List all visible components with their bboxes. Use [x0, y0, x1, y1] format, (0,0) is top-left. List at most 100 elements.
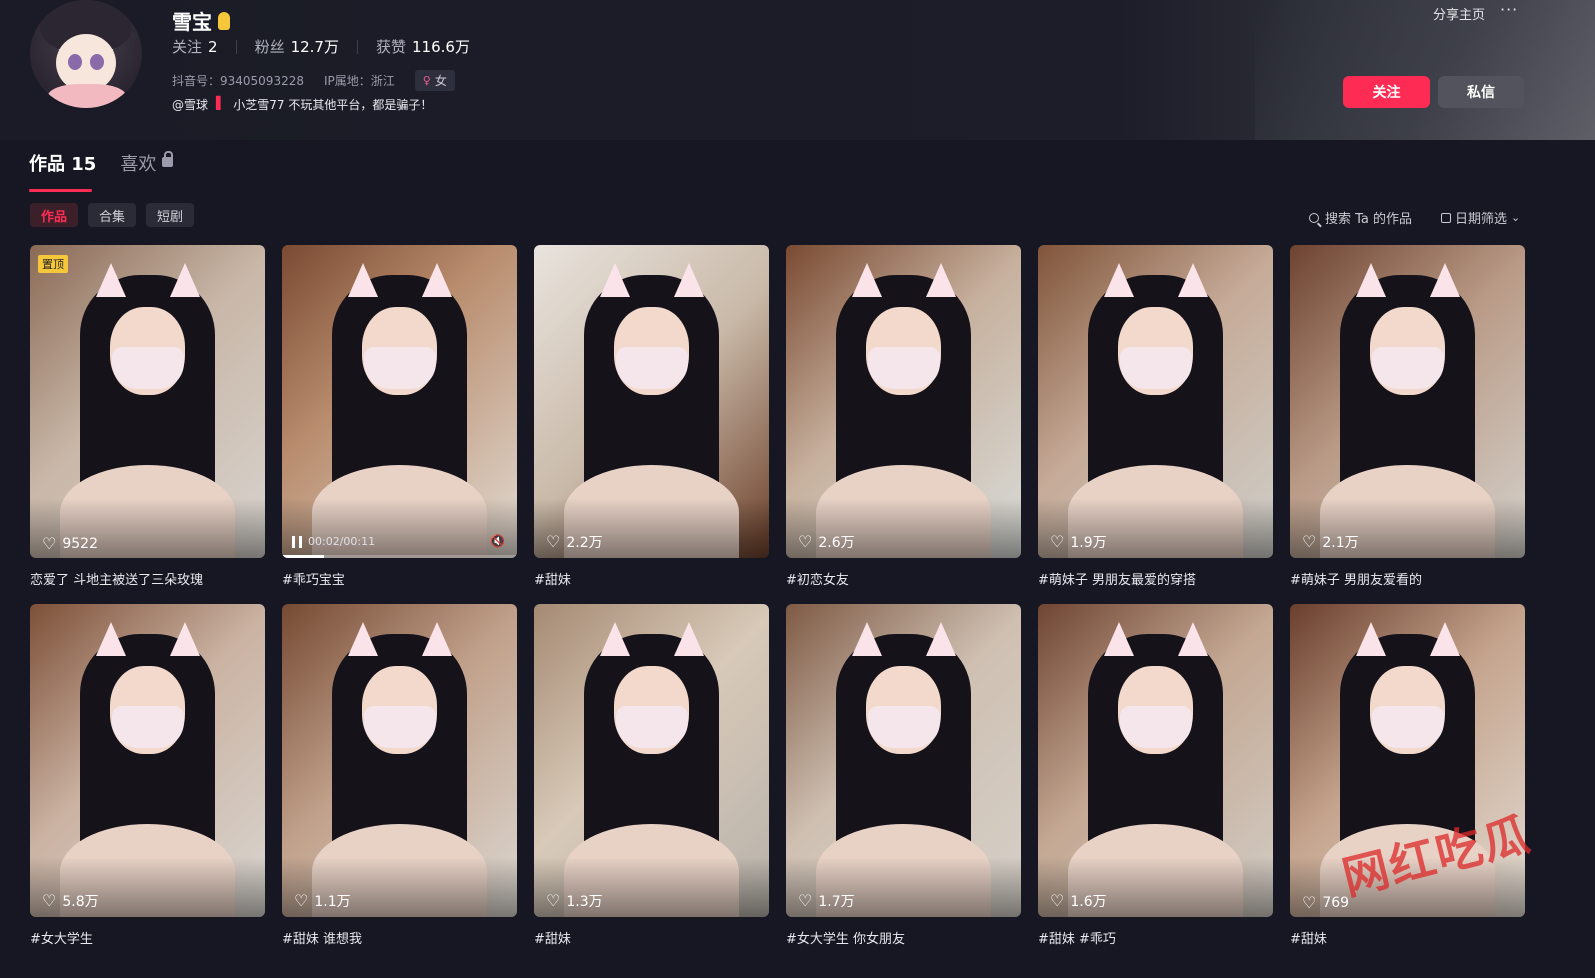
video-card[interactable]: ♡ 769 #甜妹 — [1290, 604, 1525, 963]
heart-icon: ♡ — [798, 891, 813, 910]
more-options-icon[interactable]: ··· — [1500, 0, 1518, 19]
heart-icon: ♡ — [294, 891, 309, 910]
video-caption[interactable]: #萌妹子 男朋友最爱的穿搭 — [1038, 569, 1196, 588]
video-like-count: ♡ 1.9万 — [1050, 532, 1107, 552]
video-card[interactable]: ♡ 1.6万 #甜妹 #乖巧 — [1038, 604, 1273, 963]
flag-icon: ▌ — [216, 96, 226, 110]
calendar-icon — [1441, 212, 1451, 223]
video-thumbnail[interactable]: ♡ 1.3万 — [534, 604, 769, 917]
video-caption[interactable]: #甜妹 — [1290, 928, 1327, 947]
followers-stat[interactable]: 粉丝 12.7万 — [255, 36, 339, 57]
video-thumbnail[interactable]: ♡ 1.7万 — [786, 604, 1021, 917]
video-card[interactable]: ♡ 1.3万 #甜妹 — [534, 604, 769, 963]
heart-icon: ♡ — [1050, 532, 1065, 551]
heart-icon: ♡ — [42, 891, 57, 910]
video-playback-controls: 00:02/00:11 — [292, 535, 375, 548]
chevron-down-icon: ⌄ — [1511, 211, 1521, 224]
ip-location: IP属地：浙江 — [323, 74, 395, 88]
video-thumbnail[interactable]: ♡ 1.9万 — [1038, 245, 1273, 558]
bio-text: 小芝雪77 不玩其他平台，都是骗子！ — [233, 98, 433, 112]
chip-collections[interactable]: 合集 — [88, 203, 137, 227]
tab-works[interactable]: 作品 15 — [29, 150, 96, 192]
video-caption[interactable]: #甜妹 #乖巧 — [1038, 928, 1116, 947]
profile-meta: 抖音号：93405093228 IP属地：浙江 ♀ 女 — [172, 70, 455, 91]
video-like-count: ♡ 2.1万 — [1302, 532, 1359, 552]
playback-time: 00:02/00:11 — [308, 535, 376, 548]
search-icon — [1309, 212, 1319, 223]
video-like-count: ♡ 1.1万 — [294, 891, 351, 911]
profile-tabs: 作品 15 喜欢 — [29, 150, 174, 192]
video-thumbnail[interactable]: 置顶 ♡ 9522 — [30, 245, 265, 558]
active-tab-indicator — [29, 189, 92, 192]
playback-progress-fill — [282, 555, 325, 558]
profile-name-text: 雪宝 — [172, 10, 212, 34]
pause-icon[interactable] — [292, 535, 302, 548]
share-profile-button[interactable]: 分享主页 — [1433, 4, 1485, 23]
video-card[interactable]: ♡ 1.1万 #甜妹 谁想我 — [282, 604, 517, 963]
heart-icon: ♡ — [546, 532, 561, 551]
video-caption[interactable]: #女大学生 — [30, 928, 93, 947]
video-card[interactable]: 置顶 ♡ 9522 恋爱了 斗地主被送了三朵玫瑰 — [30, 245, 265, 604]
video-card[interactable]: ♡ 1.9万 #萌妹子 男朋友最爱的穿搭 — [1038, 245, 1273, 604]
heart-icon: ♡ — [1302, 532, 1317, 551]
bio-mention[interactable]: @雪球 — [172, 96, 208, 113]
heart-icon: ♡ — [546, 891, 561, 910]
video-like-count: ♡ 1.3万 — [546, 891, 603, 911]
video-card[interactable]: ♡ 2.2万 #甜妹 — [534, 245, 769, 604]
playback-progress-bar[interactable] — [282, 555, 517, 558]
female-icon: ♀ — [422, 74, 431, 87]
profile-name: 雪宝 — [172, 6, 230, 35]
video-caption[interactable]: 恋爱了 斗地主被送了三朵玫瑰 — [30, 569, 203, 588]
video-caption[interactable]: #乖巧宝宝 — [282, 569, 345, 588]
video-like-count: ♡ 5.8万 — [42, 891, 99, 911]
date-filter-button[interactable]: 日期筛选 ⌄ — [1441, 208, 1520, 227]
chip-works[interactable]: 作品 — [30, 203, 79, 227]
video-thumbnail[interactable]: ♡ 1.1万 — [282, 604, 517, 917]
video-thumbnail[interactable]: ♡ 5.8万 — [30, 604, 265, 917]
lock-icon — [162, 151, 174, 167]
profile-bio: @雪球 ▌ 小芝雪77 不玩其他平台，都是骗子！ — [172, 96, 432, 113]
video-thumbnail[interactable]: ♡ 2.6万 — [786, 245, 1021, 558]
video-like-count: ♡ 9522 — [42, 534, 98, 553]
tab-likes[interactable]: 喜欢 — [120, 150, 174, 192]
search-works-button[interactable]: 搜索 Ta 的作品 — [1309, 208, 1412, 227]
video-caption[interactable]: #甜妹 — [534, 928, 571, 947]
video-like-count: ♡ 1.6万 — [1050, 891, 1107, 911]
chip-short-dramas[interactable]: 短剧 — [146, 203, 195, 227]
video-caption[interactable]: #女大学生 你女朋友 — [786, 928, 905, 947]
video-card[interactable]: ♡ 1.7万 #女大学生 你女朋友 — [786, 604, 1021, 963]
video-caption[interactable]: #甜妹 谁想我 — [282, 928, 362, 947]
video-like-count: ♡ 2.6万 — [798, 532, 855, 552]
heart-icon: ♡ — [798, 532, 813, 551]
video-like-count: ♡ 1.7万 — [798, 891, 855, 911]
video-caption[interactable]: #萌妹子 男朋友爱看的 — [1290, 569, 1422, 588]
gender-badge: ♀ 女 — [414, 70, 455, 91]
video-grid: 置顶 ♡ 9522 恋爱了 斗地主被送了三朵玫瑰 00:02/00:11 🔇 #乖巧宝宝 ♡ 2… — [30, 245, 1525, 963]
avatar[interactable] — [30, 0, 142, 108]
likes-stat: 获赞 116.6万 — [375, 38, 470, 56]
heart-icon: ♡ — [1050, 891, 1065, 910]
video-thumbnail[interactable]: ♡ 2.2万 — [534, 245, 769, 558]
video-caption[interactable]: #甜妹 — [534, 569, 571, 588]
verified-badge-icon — [218, 11, 230, 30]
video-card[interactable]: 00:02/00:11 🔇 #乖巧宝宝 — [282, 245, 517, 604]
video-card[interactable]: ♡ 5.8万 #女大学生 — [30, 604, 265, 963]
video-thumbnail[interactable]: ♡ 1.6万 — [1038, 604, 1273, 917]
message-button[interactable]: 私信 — [1438, 76, 1524, 108]
video-like-count: ♡ 769 — [1302, 893, 1350, 912]
heart-icon: ♡ — [1302, 893, 1317, 912]
video-card[interactable]: ♡ 2.1万 #萌妹子 男朋友爱看的 — [1290, 245, 1525, 604]
video-caption[interactable]: #初恋女友 — [786, 569, 849, 588]
follow-button[interactable]: 关注 — [1343, 76, 1430, 108]
header-cover-image — [1255, 0, 1595, 140]
mute-icon[interactable]: 🔇 — [490, 534, 505, 548]
video-like-count: ♡ 2.2万 — [546, 532, 603, 552]
video-thumbnail[interactable]: ♡ 2.1万 — [1290, 245, 1525, 558]
video-card[interactable]: ♡ 2.6万 #初恋女友 — [786, 245, 1021, 604]
pinned-badge: 置顶 — [38, 255, 68, 273]
content-filter-chips: 作品 合集 短剧 — [30, 203, 195, 227]
profile-stats: 关注 2 粉丝 12.7万 获赞 116.6万 — [172, 36, 470, 57]
following-stat[interactable]: 关注 2 — [172, 36, 218, 57]
heart-icon: ♡ — [42, 534, 57, 553]
video-thumbnail[interactable]: 00:02/00:11 🔇 — [282, 245, 517, 558]
